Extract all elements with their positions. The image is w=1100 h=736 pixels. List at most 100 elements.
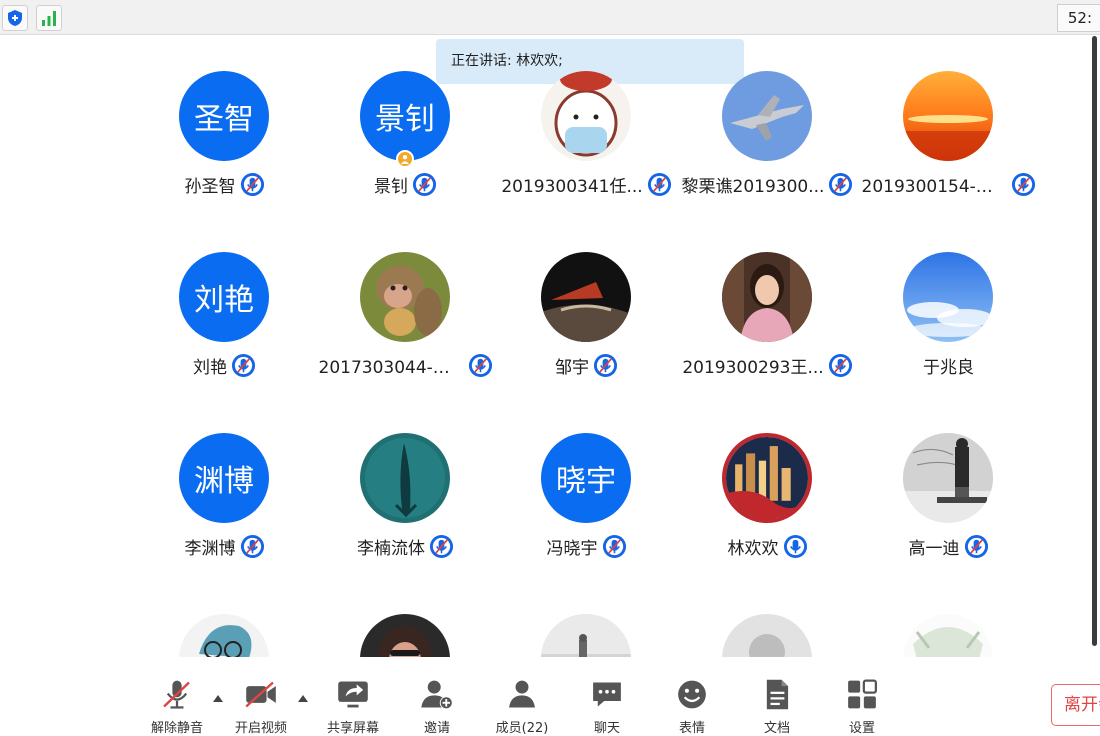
- mic-muted-icon: [593, 353, 618, 377]
- mic-muted-icon: [412, 172, 437, 196]
- host-badge: [396, 150, 414, 168]
- participant-tile[interactable]: [496, 614, 677, 657]
- avatar: [541, 614, 631, 657]
- meeting-toolbar: 解除静音 开启视频 共享屏幕 邀请 成员(22) 聊天 表情 文档 设置: [0, 662, 1100, 736]
- members-button[interactable]: 成员(22): [485, 676, 559, 736]
- participant-tile[interactable]: 景钊 景钊: [315, 71, 496, 252]
- participant-name: 孙圣智: [184, 176, 236, 197]
- cartoon-photo: [179, 614, 269, 657]
- mic-active-icon: [783, 534, 807, 558]
- share-screen-label: 共享屏幕: [326, 721, 379, 736]
- leave-button-clip: 离开会: [1051, 684, 1100, 728]
- documents-button[interactable]: 文档: [740, 676, 814, 736]
- participant-name: 刘艳: [193, 357, 227, 378]
- invite-label: 邀请: [423, 721, 450, 736]
- start-video-button[interactable]: 开启视频: [224, 676, 298, 736]
- scrollbar[interactable]: [1092, 36, 1097, 646]
- mic-muted-icon: [240, 172, 264, 196]
- participant-tile[interactable]: [677, 614, 858, 657]
- woman-photo: [722, 252, 812, 342]
- chat-label: 聊天: [593, 721, 620, 736]
- grid-settings-icon: [848, 679, 877, 709]
- avatar: [360, 614, 450, 657]
- settings-label: 设置: [848, 721, 875, 736]
- shield-icon: [8, 10, 22, 26]
- members-label: 成员(22): [495, 721, 549, 736]
- mic-muted-icon: [829, 172, 853, 196]
- avatar: [903, 433, 993, 523]
- participant-tile[interactable]: 2019300341任...: [496, 71, 677, 252]
- share-screen-icon: [338, 681, 368, 708]
- mic-muted-icon: [468, 353, 492, 377]
- car-selfie-photo: [360, 614, 450, 657]
- participant-tile[interactable]: 李楠流体: [315, 433, 496, 614]
- mic-muted-icon: [828, 353, 852, 377]
- sky-photo: [903, 252, 993, 342]
- participant-name: 邹宇: [555, 357, 589, 378]
- share-screen-button[interactable]: 共享屏幕: [316, 676, 390, 736]
- mic-muted-icon: [647, 172, 671, 196]
- mic-off-icon: [163, 680, 190, 709]
- invite-button[interactable]: 邀请: [400, 676, 474, 736]
- participant-tile[interactable]: [858, 614, 1039, 657]
- chalkboard-photo: [903, 433, 993, 523]
- mic-muted-icon: [240, 534, 264, 558]
- security-button[interactable]: [2, 5, 28, 31]
- participant-tile[interactable]: 2019300154-张...: [858, 71, 1039, 252]
- participant-tile[interactable]: 渊博 李渊博: [134, 433, 315, 614]
- participant-name: 2019300293王...: [682, 357, 824, 378]
- participant-tile[interactable]: 晓宇 冯晓宇: [496, 433, 677, 614]
- participant-tile[interactable]: [134, 614, 315, 657]
- participant-tile[interactable]: 黎栗谯2019300...: [677, 71, 858, 252]
- participant-name: 景钊: [374, 176, 408, 197]
- avatar: [179, 614, 269, 657]
- participant-tile[interactable]: 于兆良: [858, 252, 1039, 433]
- meeting-timer: 52:: [1056, 4, 1100, 32]
- avatar: [903, 252, 993, 342]
- whale-photo: [360, 433, 450, 523]
- network-button[interactable]: [36, 5, 62, 31]
- avatar: [541, 71, 631, 161]
- caret-up-icon: [213, 694, 223, 702]
- participant-name: 高一迪: [908, 538, 960, 559]
- participant-tile[interactable]: 2019300293王...: [677, 252, 858, 433]
- participant-name: 2017303044-武...: [318, 357, 464, 378]
- caret-up-icon: [298, 694, 308, 702]
- monkey-photo: [360, 252, 450, 342]
- participant-name: 2019300154-张...: [861, 176, 1007, 197]
- participant-tile[interactable]: 高一迪: [858, 433, 1039, 614]
- mic-muted-icon: [964, 534, 988, 558]
- members-icon: [509, 680, 535, 708]
- chat-icon: [593, 682, 621, 707]
- participant-tile[interactable]: 林欢欢: [677, 433, 858, 614]
- audio-options-caret[interactable]: [211, 691, 225, 705]
- participant-tile[interactable]: [315, 614, 496, 657]
- add-person-icon: [421, 680, 453, 710]
- documents-label: 文档: [763, 721, 790, 736]
- participant-tile[interactable]: 2017303044-武...: [315, 252, 496, 433]
- settings-button[interactable]: 设置: [825, 676, 899, 736]
- unmute-label: 解除静音: [150, 721, 203, 736]
- participant-name: 2019300341任...: [501, 176, 643, 197]
- avatar: [722, 614, 812, 657]
- avatar: [722, 433, 812, 523]
- participant-name: 李楠流体: [357, 538, 425, 559]
- document-icon: [766, 679, 789, 710]
- chat-button[interactable]: 聊天: [570, 676, 644, 736]
- video-options-caret[interactable]: [296, 691, 310, 705]
- smiley-icon: [678, 680, 706, 709]
- avatar: [722, 252, 812, 342]
- participant-name: 黎栗谯2019300...: [681, 176, 825, 197]
- avatar: 晓宇: [541, 433, 631, 523]
- city-photo: [726, 437, 808, 519]
- leave-meeting-button[interactable]: 离开会: [1051, 684, 1100, 726]
- avatar: 景钊: [360, 71, 450, 161]
- street-photo: [541, 614, 631, 657]
- participant-tile[interactable]: 邹宇: [496, 252, 677, 433]
- avatar: 刘艳: [179, 252, 269, 342]
- unmute-button[interactable]: 解除静音: [140, 676, 214, 736]
- reactions-button[interactable]: 表情: [655, 676, 729, 736]
- participant-tile[interactable]: 刘艳 刘艳: [134, 252, 315, 433]
- participant-tile[interactable]: 圣智 孙圣智: [134, 71, 315, 252]
- mic-muted-icon: [429, 534, 454, 558]
